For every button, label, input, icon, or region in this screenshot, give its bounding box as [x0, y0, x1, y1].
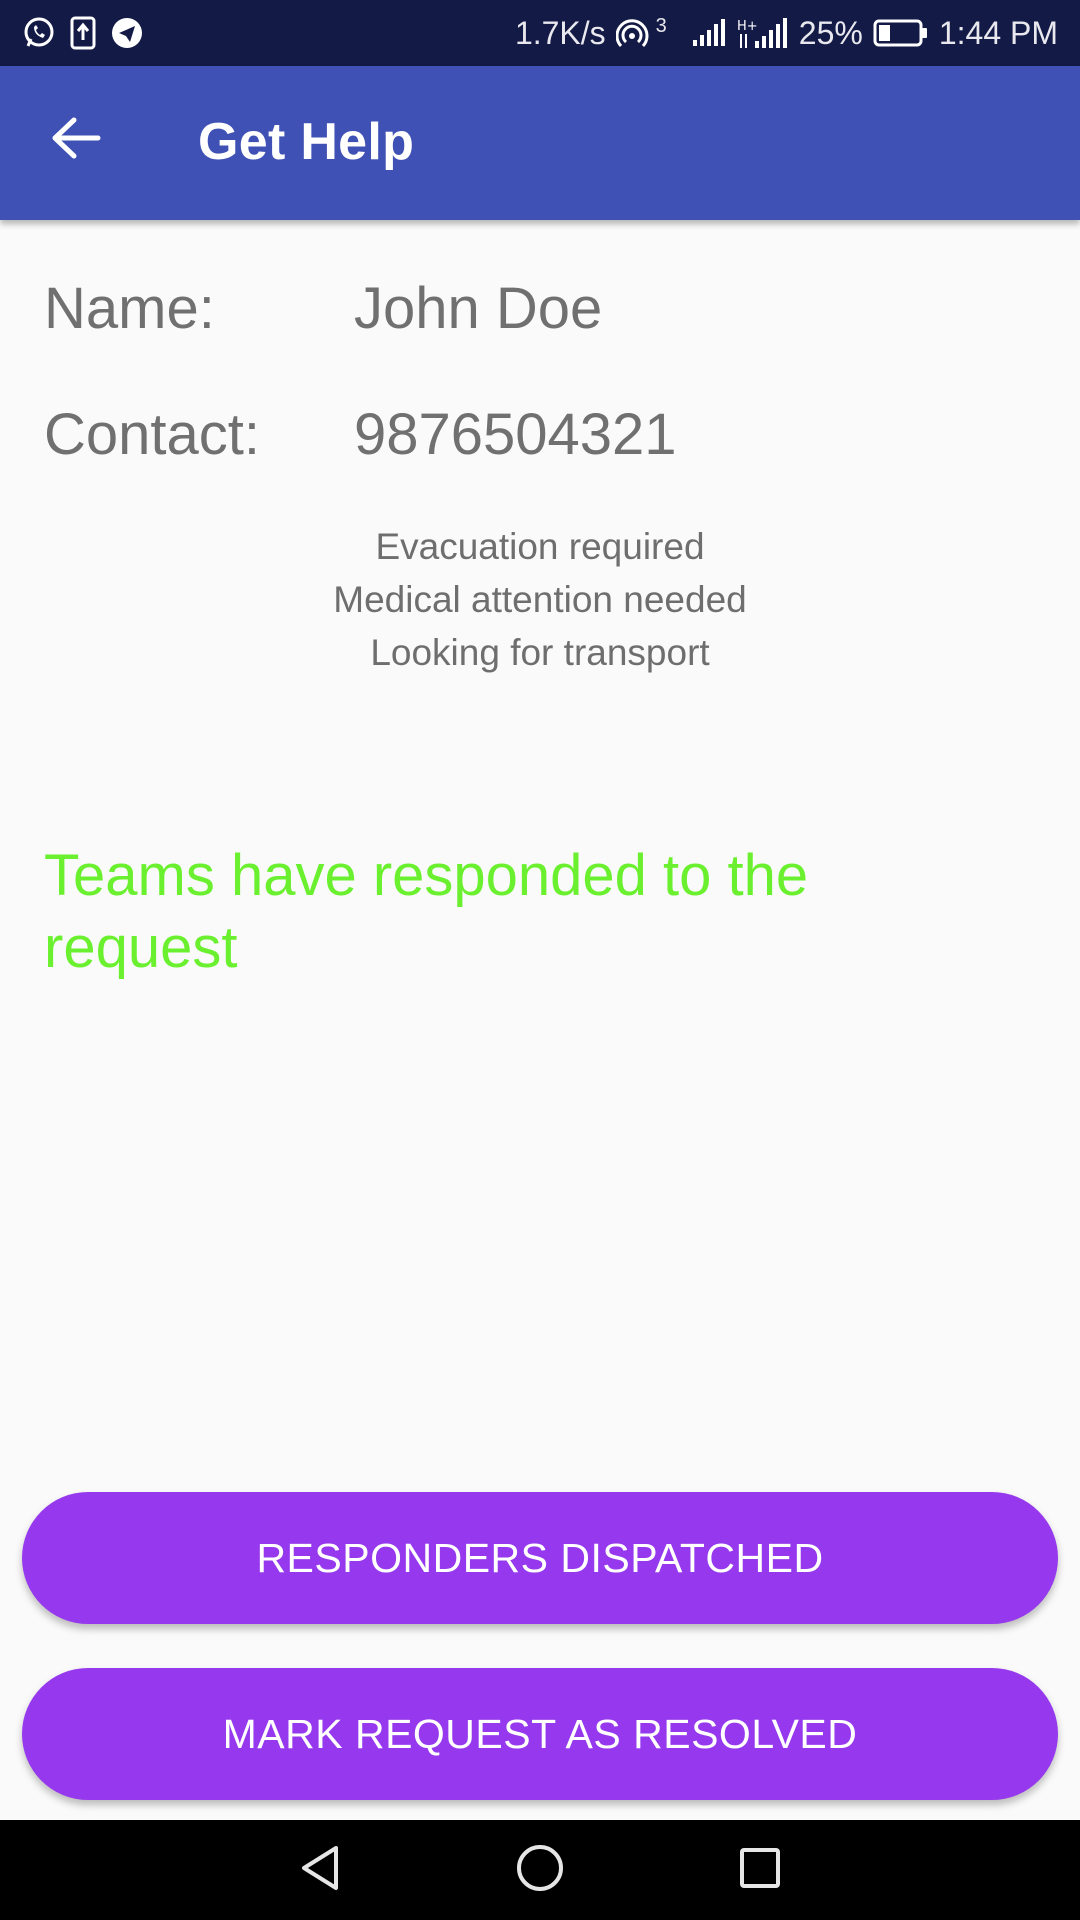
back-button[interactable] — [40, 110, 112, 170]
whatsapp-icon — [22, 16, 56, 50]
network-speed: 1.7K/s — [514, 14, 606, 51]
name-row: Name: John Doe — [44, 280, 602, 338]
contact-row: Contact: 9876504321 — [44, 406, 677, 464]
responders-dispatched-button[interactable]: RESPONDERS DISPATCHED — [22, 1492, 1058, 1624]
battery-icon — [873, 18, 929, 48]
upload-icon — [70, 16, 96, 50]
recents-square-icon — [738, 1846, 782, 1895]
battery-percent: 25% — [798, 14, 863, 51]
navigation-bar — [0, 1820, 1080, 1920]
telegram-icon — [110, 16, 144, 50]
need-item: Looking for transport — [370, 632, 710, 673]
name-label: Name: — [44, 276, 215, 341]
app-bar: Get Help — [0, 66, 1080, 220]
mark-resolved-button[interactable]: MARK REQUEST AS RESOLVED — [22, 1668, 1058, 1800]
nav-back-button[interactable] — [290, 1842, 350, 1898]
nav-home-button[interactable] — [510, 1842, 570, 1898]
svg-text:H+: H+ — [737, 19, 758, 34]
page-title: Get Help — [198, 113, 415, 171]
nav-recents-button[interactable] — [730, 1842, 790, 1898]
signal-icon — [691, 18, 727, 48]
status-bar: 1.7K/s 3 H+ 25% 1:44 PM — [0, 0, 1080, 66]
need-item: Evacuation required — [375, 526, 705, 567]
system-status: 1.7K/s 3 H+ 25% 1:44 PM — [515, 15, 1058, 52]
contact-value[interactable]: 9876504321 — [354, 406, 677, 464]
name-value: John Doe — [354, 276, 603, 341]
contact-label: Contact: — [44, 402, 260, 467]
back-triangle-icon — [298, 1844, 342, 1897]
clock: 1:44 PM — [938, 14, 1058, 51]
arrow-back-icon — [50, 116, 102, 165]
need-item: Medical attention needed — [333, 579, 747, 620]
home-circle-icon — [515, 1843, 565, 1898]
needs-list: Evacuation required Medical attention ne… — [0, 520, 1080, 679]
hotspot-icon — [615, 16, 656, 50]
response-status-message: Teams have responded to the request — [44, 843, 809, 980]
notification-icons — [22, 16, 144, 50]
signal-icon: H+ — [737, 16, 789, 50]
hotspot-count: 3 — [655, 14, 667, 37]
